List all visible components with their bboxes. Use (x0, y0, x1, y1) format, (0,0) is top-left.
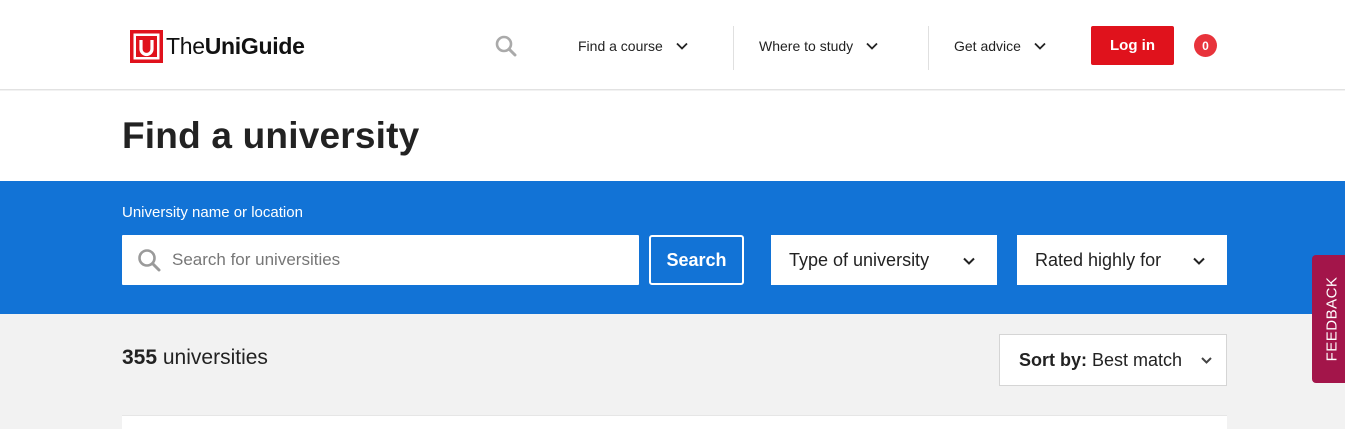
logo-text: TheUniGuide (166, 32, 305, 59)
search-icon[interactable] (494, 34, 518, 58)
sort-label: Sort by: (1019, 349, 1088, 370)
login-button[interactable]: Log in (1091, 26, 1174, 65)
feedback-label: FEEDBACK (1323, 276, 1341, 362)
chevron-down-icon (1201, 357, 1212, 364)
rated-highly-for-dropdown[interactable]: Rated highly for (1017, 235, 1227, 285)
search-icon (138, 249, 161, 272)
results-count-suffix: universities (157, 346, 268, 369)
nav-find-a-course[interactable]: Find a course (578, 28, 689, 64)
type-of-university-dropdown[interactable]: Type of university (771, 235, 997, 285)
sort-dropdown[interactable]: Sort by: Best match (999, 334, 1227, 386)
search-panel: University name or location Search Type … (0, 181, 1345, 314)
chevron-down-icon (676, 42, 688, 50)
type-of-university-label: Type of university (789, 249, 930, 270)
chevron-down-icon (866, 42, 878, 50)
results-count: 355 universities (122, 346, 268, 370)
site-logo[interactable]: TheUniGuide (130, 29, 305, 63)
nav-get-advice-label: Get advice (954, 38, 1021, 54)
shortlist-count-badge[interactable]: 0 (1194, 34, 1217, 57)
rated-highly-for-label: Rated highly for (1035, 249, 1162, 270)
search-label: University name or location (122, 204, 303, 221)
nav-divider (733, 26, 734, 70)
nav-get-advice[interactable]: Get advice (954, 28, 1047, 64)
page-title: Find a university (122, 115, 420, 156)
nav-find-a-course-label: Find a course (578, 38, 663, 54)
chevron-down-icon (963, 257, 975, 265)
results-count-number: 355 (122, 346, 158, 369)
result-card[interactable] (122, 415, 1227, 429)
site-header: TheUniGuide Find a course Where to study… (0, 0, 1345, 90)
sort-value: Best match (1092, 349, 1183, 370)
chevron-down-icon (1193, 257, 1205, 265)
chevron-down-icon (1034, 42, 1046, 50)
nav-where-to-study-label: Where to study (759, 38, 854, 54)
search-box[interactable] (122, 235, 639, 285)
search-input[interactable] (172, 235, 632, 285)
nav-divider (928, 26, 929, 70)
nav-where-to-study[interactable]: Where to study (759, 28, 879, 64)
search-button[interactable]: Search (649, 235, 744, 285)
title-area: Find a university (0, 91, 1345, 181)
feedback-tab[interactable]: FEEDBACK (1312, 255, 1345, 383)
logo-mark-icon (130, 29, 163, 63)
